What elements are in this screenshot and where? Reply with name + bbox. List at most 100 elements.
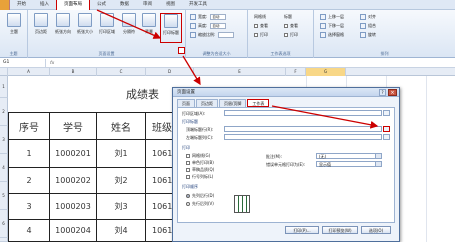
over-then-down-radio[interactable]: 先行后列(V) (186, 201, 214, 207)
header-cell[interactable]: 学号 (50, 112, 97, 140)
headings-view-check[interactable]: 查看 (284, 22, 298, 30)
grid-line (426, 76, 427, 242)
down-then-over-radio[interactable]: 先列后行(D) (186, 193, 214, 199)
column-header-g[interactable]: G (306, 68, 346, 76)
print-preview-button[interactable]: 打印预览(W) (322, 226, 358, 234)
rotate-button[interactable]: 旋转 (360, 31, 376, 39)
close-icon[interactable]: × (388, 89, 397, 96)
row-header[interactable]: 2 (0, 98, 8, 126)
sheet-tab-panel: 打印区域(A): 打印标题 顶端标题行(R): 左端标题列(C): 打印 网格线… (177, 107, 395, 223)
row-header[interactable]: 6 (0, 210, 8, 238)
table-cell[interactable]: 1000203 (50, 194, 97, 220)
left-cols-picker-icon[interactable] (383, 134, 390, 140)
headings-print-check[interactable]: 打印 (284, 31, 298, 39)
row-header[interactable] (0, 238, 8, 242)
comments-select[interactable]: (无) (316, 153, 382, 159)
help-icon[interactable]: ? (379, 89, 386, 96)
row-col-headings-check[interactable]: 行号列标(L) (186, 174, 213, 180)
tab-developer[interactable]: 开发工具 (182, 0, 214, 10)
office-button[interactable] (0, 0, 10, 10)
left-cols-input[interactable] (224, 134, 382, 140)
header-cell[interactable]: 序号 (8, 112, 50, 140)
column-header-c[interactable]: C (97, 68, 146, 76)
table-cell[interactable]: 3 (8, 194, 50, 220)
fx-icon[interactable]: fx (50, 61, 54, 66)
send-backward-button[interactable]: 下移一层 (320, 22, 344, 30)
print-area-picker-icon[interactable] (383, 110, 390, 116)
column-header-f[interactable]: F (286, 68, 306, 76)
page-setup-dialog: 页面设置 ? × 页面 页边距 页眉/页脚 工作表 打印区域(A): 打印标题 … (172, 87, 400, 242)
margins-button[interactable]: 页边距 (30, 13, 52, 43)
print-button[interactable]: 打印(P)... (285, 226, 319, 234)
name-box[interactable]: G1 (0, 59, 46, 67)
print-area-input[interactable] (224, 110, 382, 116)
table-cell[interactable]: 1000204 (50, 220, 97, 242)
select-all-corner[interactable] (0, 68, 8, 76)
tab-formulas[interactable]: 公式 (90, 0, 113, 10)
breaks-button[interactable]: 分隔符 (118, 13, 140, 43)
row-header[interactable]: 5 (0, 182, 8, 210)
tab-sheet[interactable]: 工作表 (247, 99, 270, 107)
order-section: 打印顺序 (182, 184, 198, 189)
errors-select[interactable]: 显示值 (316, 161, 382, 167)
group-button[interactable]: 组合 (360, 22, 376, 30)
gridlines-check[interactable]: 网格线(G) (186, 153, 210, 159)
checkbox-icon (186, 161, 190, 165)
tab-page[interactable]: 页面 (177, 99, 195, 107)
tab-view[interactable]: 视图 (159, 0, 182, 10)
tab-review[interactable]: 审阅 (136, 0, 159, 10)
table-cell[interactable]: 1000202 (50, 168, 97, 194)
orientation-button[interactable]: 纸张方向 (52, 13, 74, 43)
column-header-d[interactable]: D (146, 68, 194, 76)
bring-forward-button[interactable]: 上移一层 (320, 13, 344, 21)
scale-input[interactable] (218, 32, 235, 38)
top-rows-input[interactable] (224, 126, 382, 132)
header-cell[interactable]: 姓名 (97, 112, 146, 140)
theme-group: 主题 主题 (0, 10, 28, 58)
tab-margins[interactable]: 页边距 (196, 99, 218, 107)
height-select[interactable]: 自动 (210, 23, 227, 29)
ribbon: 主题 主题 页边距 纸张方向 纸张大小 打印区域 分隔符 背景 打印标题 页面设… (0, 10, 455, 58)
column-header-a[interactable]: A (8, 68, 50, 76)
gridlines-print-check[interactable]: 打印 (254, 31, 268, 39)
table-cell[interactable]: 1 (8, 140, 50, 168)
options-button[interactable]: 选项(O) (361, 226, 391, 234)
print-titles-button[interactable]: 打印标题 (160, 13, 182, 43)
row-header[interactable]: 3 (0, 126, 8, 154)
align-button[interactable]: 对齐 (360, 13, 376, 21)
page-setup-launcher-icon[interactable] (178, 47, 185, 54)
bring-forward-icon (320, 14, 326, 20)
background-button[interactable]: 背景 (138, 13, 160, 43)
tab-header-footer[interactable]: 页眉/页脚 (219, 99, 247, 107)
column-header-b[interactable]: B (50, 68, 97, 76)
height-row[interactable]: 高度: 自动 (190, 22, 227, 30)
gridlines-view-check[interactable]: 查看 (254, 22, 268, 30)
table-cell[interactable]: 刘2 (97, 168, 146, 194)
table-cell[interactable]: 2 (8, 168, 50, 194)
tab-home[interactable]: 开始 (10, 0, 33, 10)
selection-pane-button[interactable]: 选择窗格 (320, 31, 344, 39)
print-area-button[interactable]: 打印区域 (96, 13, 118, 43)
width-row[interactable]: 宽度: 自动 (190, 13, 227, 21)
table-cell[interactable]: 1000201 (50, 140, 97, 168)
tab-page-layout[interactable]: 页面布局 (56, 0, 90, 11)
row-header[interactable]: 1 (0, 76, 8, 98)
table-cell[interactable]: 刘1 (97, 140, 146, 168)
checkbox-icon (284, 33, 288, 37)
tab-data[interactable]: 数据 (113, 0, 136, 10)
draft-check[interactable]: 草稿品质(Q) (186, 167, 214, 173)
width-select[interactable]: 自动 (210, 14, 227, 20)
table-cell[interactable]: 刘3 (97, 194, 146, 220)
row-header[interactable]: 4 (0, 154, 8, 182)
table-cell[interactable]: 4 (8, 220, 50, 242)
orientation-icon (56, 13, 70, 27)
mono-check[interactable]: 单色打印(B) (186, 160, 214, 166)
column-header-e[interactable]: E (194, 68, 286, 76)
paper-size-button[interactable]: 纸张大小 (74, 13, 96, 43)
theme-button[interactable]: 主题 (3, 13, 25, 43)
top-rows-picker-icon[interactable] (383, 126, 390, 132)
scale-icon (190, 32, 196, 38)
scale-row[interactable]: 缩放比例: (190, 31, 235, 39)
table-cell[interactable]: 刘4 (97, 220, 146, 242)
tab-insert[interactable]: 插入 (33, 0, 56, 10)
